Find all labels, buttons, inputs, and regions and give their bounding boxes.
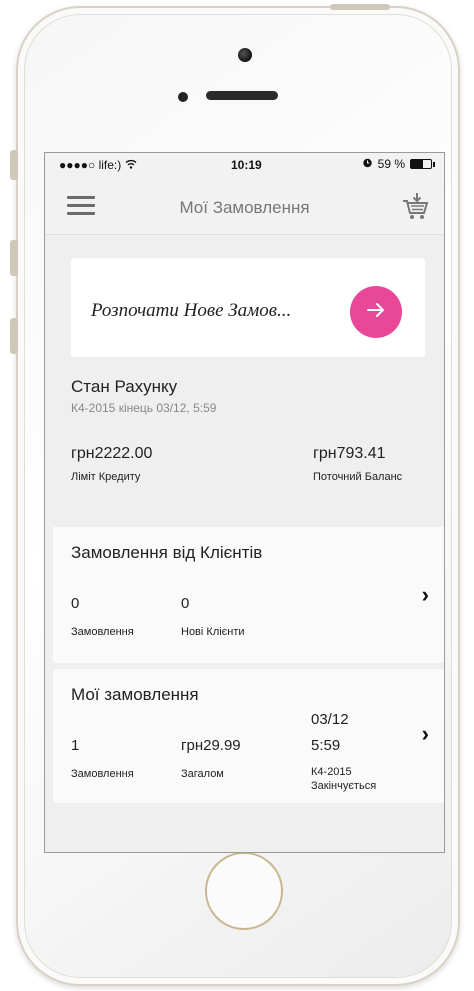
volume-down-button: [10, 318, 18, 354]
battery-level-fill: [411, 160, 423, 168]
my-orders-title: Мої замовлення: [71, 685, 199, 704]
status-bar: ●●●●○ life:) 10:19 59 %: [45, 153, 444, 177]
carrier-signal: ●●●●○ life:): [59, 158, 137, 172]
balance-value: грн793.41: [313, 445, 386, 462]
battery-percent: 59 %: [377, 157, 405, 171]
chevron-right-icon[interactable]: ›: [422, 721, 429, 747]
battery-icon: [410, 159, 435, 169]
volume-up-button: [10, 240, 18, 276]
power-button: [330, 4, 390, 10]
status-right: 59 %: [362, 157, 435, 171]
client-orders-label: Замовлення: [71, 626, 134, 638]
new-order-label: Розпочати Нове Замов...: [91, 300, 292, 321]
start-new-order-button[interactable]: [350, 286, 402, 338]
my-orders-count: 1: [71, 737, 80, 754]
account-title: Стан Рахунку: [71, 377, 178, 396]
client-orders-count: 0: [71, 595, 80, 612]
account-subtitle: К4-2015 кінець 03/12, 5:59: [71, 401, 217, 415]
chevron-right-icon[interactable]: ›: [422, 582, 429, 608]
mute-switch: [10, 150, 18, 180]
credit-limit-label: Ліміт Кредиту: [71, 471, 141, 483]
new-order-card[interactable]: Розпочати Нове Замов...: [71, 258, 425, 357]
earpiece-speaker: [206, 91, 278, 100]
status-time: 10:19: [231, 158, 262, 172]
cart-icon[interactable]: [400, 191, 430, 221]
client-orders-title: Замовлення від Клієнтів: [71, 543, 263, 562]
my-orders-total-label: Загалом: [181, 768, 224, 780]
home-button[interactable]: [205, 852, 283, 930]
arrow-right-icon: [365, 299, 387, 326]
my-orders-label: Замовлення: [71, 768, 134, 780]
app-screen: ●●●●○ life:) 10:19 59 % Мої Замовлення Р…: [44, 152, 445, 853]
front-camera: [238, 48, 252, 62]
credit-limit-value: грн2222.00: [71, 445, 153, 462]
order-end-date: 03/12: [311, 711, 349, 728]
my-orders-section[interactable]: Мої замовлення 1 Замовлення грн29.99 Заг…: [53, 669, 444, 803]
proximity-sensor: [178, 92, 188, 102]
wifi-icon: [125, 158, 137, 172]
account-status: Стан Рахунку К4-2015 кінець 03/12, 5:59: [71, 377, 425, 415]
order-period-label: К4-2015: [311, 766, 352, 778]
alarm-icon: [362, 157, 373, 171]
order-ends-label: Закінчується: [311, 780, 377, 792]
client-orders-section[interactable]: Замовлення від Клієнтів 0 Замовлення 0 Н…: [53, 527, 444, 663]
balance-label: Поточний Баланс: [313, 471, 403, 483]
my-orders-total: грн29.99: [181, 737, 241, 754]
order-end-time: 5:59: [311, 737, 341, 754]
page-title: Мої Замовлення: [179, 198, 310, 217]
nav-bar: Мої Замовлення: [45, 177, 444, 235]
new-clients-count: 0: [181, 595, 190, 612]
new-clients-label: Нові Клієнти: [181, 626, 245, 638]
